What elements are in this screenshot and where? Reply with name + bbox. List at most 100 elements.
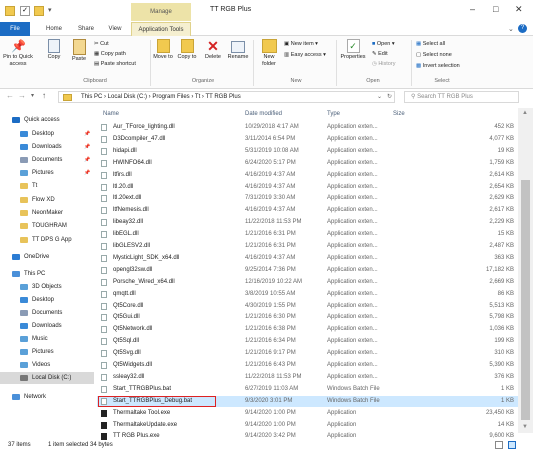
properties-button[interactable]: ✓ Properties [338, 39, 368, 61]
tab-application-tools[interactable]: Application Tools [131, 22, 191, 36]
refresh-icon[interactable]: ↻ [387, 92, 392, 103]
sidebar-item[interactable]: Pictures 📌 [0, 167, 94, 179]
sidebar-item[interactable]: Desktop [0, 294, 94, 306]
history-button[interactable]: ◷ History [372, 61, 395, 68]
open-button[interactable]: ■ Open ▾ [372, 41, 395, 48]
sidebar-item[interactable]: TOUGHRAM [0, 220, 94, 232]
help-icon[interactable]: ? [518, 24, 527, 33]
sidebar-item[interactable]: Quick access [0, 114, 94, 126]
column-header-date[interactable]: Date modified [245, 108, 282, 120]
table-row[interactable]: Qt5Svg.dll 1/21/2016 9:17 PM Application e… [97, 348, 518, 359]
cut-button[interactable]: ✂ Cut [94, 41, 109, 48]
properties-quick-icon[interactable]: ✓ [20, 6, 30, 16]
sidebar-item[interactable]: OneDrive [0, 251, 94, 263]
table-row[interactable]: libeay32.dll 11/22/2018 11:53 PM Applicati… [97, 217, 518, 228]
table-row[interactable]: opengl32sw.dll 9/25/2014 7:36 PM Applicati… [97, 265, 518, 276]
sidebar-item[interactable]: Documents 📌 [0, 154, 94, 166]
tab-home[interactable]: Home [40, 22, 68, 36]
move-to-button[interactable]: Move to [153, 39, 173, 61]
sidebar-item[interactable]: Music [0, 333, 94, 345]
back-icon[interactable]: ← [6, 91, 14, 100]
table-row[interactable]: ltfirs.dll 4/16/2019 4:37 AM Application e… [97, 170, 518, 181]
table-row[interactable]: libGLESV2.dll 1/21/2016 6:31 PM Applicatio… [97, 241, 518, 252]
table-row[interactable]: Qt5Sql.dll 1/21/2016 6:34 PM Application e… [97, 336, 518, 347]
table-row[interactable]: qmqtt.dll 3/8/2019 10:55 AM Application ex… [97, 289, 518, 300]
copy-button[interactable]: Copy [44, 39, 64, 61]
sidebar-item[interactable]: Documents [0, 307, 94, 319]
sidebar-item[interactable]: Tt [0, 180, 94, 192]
copy-to-button[interactable]: Copy to [177, 39, 197, 61]
paste-button[interactable]: Paste [68, 39, 90, 63]
file-icon [101, 124, 107, 131]
quick-access-dropdown-icon[interactable]: ▾ [48, 6, 58, 16]
column-header-size[interactable]: Size [393, 108, 405, 120]
tab-view[interactable]: View [102, 22, 128, 36]
sidebar-item[interactable]: 3D Objects [0, 281, 94, 293]
sidebar-item[interactable]: Local Disk (C:) [0, 372, 94, 384]
scroll-up-icon[interactable]: ▲ [522, 110, 528, 116]
invert-selection-button[interactable]: ▩ Invert selection [416, 63, 460, 70]
details-view-icon[interactable] [495, 441, 503, 449]
table-row[interactable]: Qt5Widgets.dll 1/21/2016 6:43 PM Applicati… [97, 360, 518, 371]
sidebar-item[interactable]: Network [0, 391, 94, 403]
sidebar-item[interactable]: Videos [0, 359, 94, 371]
sidebar-item[interactable]: This PC [0, 268, 94, 280]
table-row[interactable]: ThermaltakeUpdate.exe 9/14/2020 1:00 PM Ap… [97, 420, 518, 431]
table-row[interactable]: Qt5Network.dll 1/21/2016 6:38 PM Applicati… [97, 324, 518, 335]
address-bar[interactable]: This PC › Local Disk (C:) › Program File… [58, 91, 395, 103]
table-row[interactable]: Thermaltake Tool.exe 9/14/2020 1:00 PM App… [97, 408, 518, 419]
forward-icon[interactable]: → [18, 91, 26, 100]
table-row[interactable]: Start_TTRGBPlus.bat 6/27/2019 11:03 AM Win… [97, 384, 518, 395]
scrollbar-thumb[interactable] [521, 180, 530, 420]
large-icons-view-icon[interactable] [508, 441, 516, 449]
sidebar-item[interactable]: Downloads 📌 [0, 141, 94, 153]
sidebar-item[interactable]: Flow XD [0, 194, 94, 206]
sidebar-item[interactable]: Downloads [0, 320, 94, 332]
delete-button[interactable]: ✕ Delete [202, 39, 224, 61]
table-row[interactable]: libEGL.dll 1/21/2016 6:31 PM Application e… [97, 229, 518, 240]
table-row[interactable]: Porsche_Wired_x64.dll 12/16/2019 10:22 AM… [97, 277, 518, 288]
column-header-type[interactable]: Type [327, 108, 340, 120]
rename-button[interactable]: Rename [226, 39, 250, 61]
paste-shortcut-button[interactable]: ▤ Paste shortcut [94, 61, 136, 68]
scroll-down-icon[interactable]: ▼ [522, 424, 528, 430]
column-header-name[interactable]: Name [103, 108, 119, 120]
table-row[interactable]: ssleay32.dll 11/22/2018 11:53 PM Applicati… [97, 372, 518, 383]
breadcrumb[interactable]: This PC › Local Disk (C:) › Program File… [81, 94, 241, 100]
new-folder-quick-icon[interactable] [34, 6, 44, 16]
recent-locations-icon[interactable]: ▾ [31, 92, 34, 99]
sidebar-item[interactable]: TT DPS G App [0, 234, 94, 246]
new-item-button[interactable]: ▣ New item ▾ [284, 41, 318, 48]
chevron-down-icon[interactable]: ⌄ [377, 92, 382, 103]
table-row[interactable]: ltfNemesis.dll 4/16/2019 4:37 AM Applicati… [97, 205, 518, 216]
copy-path-button[interactable]: ▦ Copy path [94, 51, 126, 58]
up-icon[interactable]: ↑ [42, 91, 46, 100]
sidebar-item[interactable]: Pictures [0, 346, 94, 358]
table-row[interactable]: ltl.20.dll 4/16/2019 4:37 AM Application e… [97, 182, 518, 193]
table-row[interactable]: hidapi.dll 5/31/2019 10:08 AM Application … [97, 146, 518, 157]
tab-share[interactable]: Share [72, 22, 100, 36]
tab-file[interactable]: File [0, 22, 30, 36]
table-row[interactable]: ltl.20ext.dll 7/31/2019 3:30 AM Applicatio… [97, 193, 518, 204]
sidebar-item[interactable]: Desktop 📌 [0, 128, 94, 140]
table-row[interactable]: Aur_TForce_lighting.dll 10/29/2018 4:17 A… [97, 122, 518, 133]
collapse-ribbon-icon[interactable]: ⌄ [508, 25, 514, 33]
close-icon[interactable]: ✕ [515, 4, 523, 15]
minimize-icon[interactable]: – [470, 4, 475, 14]
select-none-button[interactable]: ▢ Select none [416, 52, 452, 59]
sidebar-item[interactable]: NeonMaker [0, 207, 94, 219]
table-row[interactable]: HWINFO64.dll 6/24/2020 5:17 PM Application… [97, 158, 518, 169]
easy-access-button[interactable]: ▥ Easy access ▾ [284, 52, 326, 59]
table-row[interactable]: Qt5Core.dll 4/30/2019 1:55 PM Application … [97, 301, 518, 312]
new-folder-button[interactable]: New folder [258, 39, 280, 68]
table-row[interactable]: MysticLight_SDK_x64.dll 4/16/2019 4:37 AM… [97, 253, 518, 264]
pin-quick-access-button[interactable]: 📌 Pin to Quick access [2, 39, 34, 68]
vertical-scrollbar[interactable]: ▲ ▼ [518, 108, 533, 433]
table-row[interactable]: D3Dcompiler_47.dll 3/11/2014 6:54 PM Appli… [97, 134, 518, 145]
table-row[interactable]: Qt5Gui.dll 1/21/2016 6:30 PM Application e… [97, 312, 518, 323]
search-input[interactable]: ⚲ Search TT RGB Plus [404, 91, 519, 103]
edit-button[interactable]: ✎ Edit [372, 51, 388, 58]
maximize-icon[interactable]: □ [493, 4, 498, 14]
select-all-button[interactable]: ▦ Select all [416, 41, 445, 48]
file-name: qmqtt.dll [113, 290, 136, 297]
